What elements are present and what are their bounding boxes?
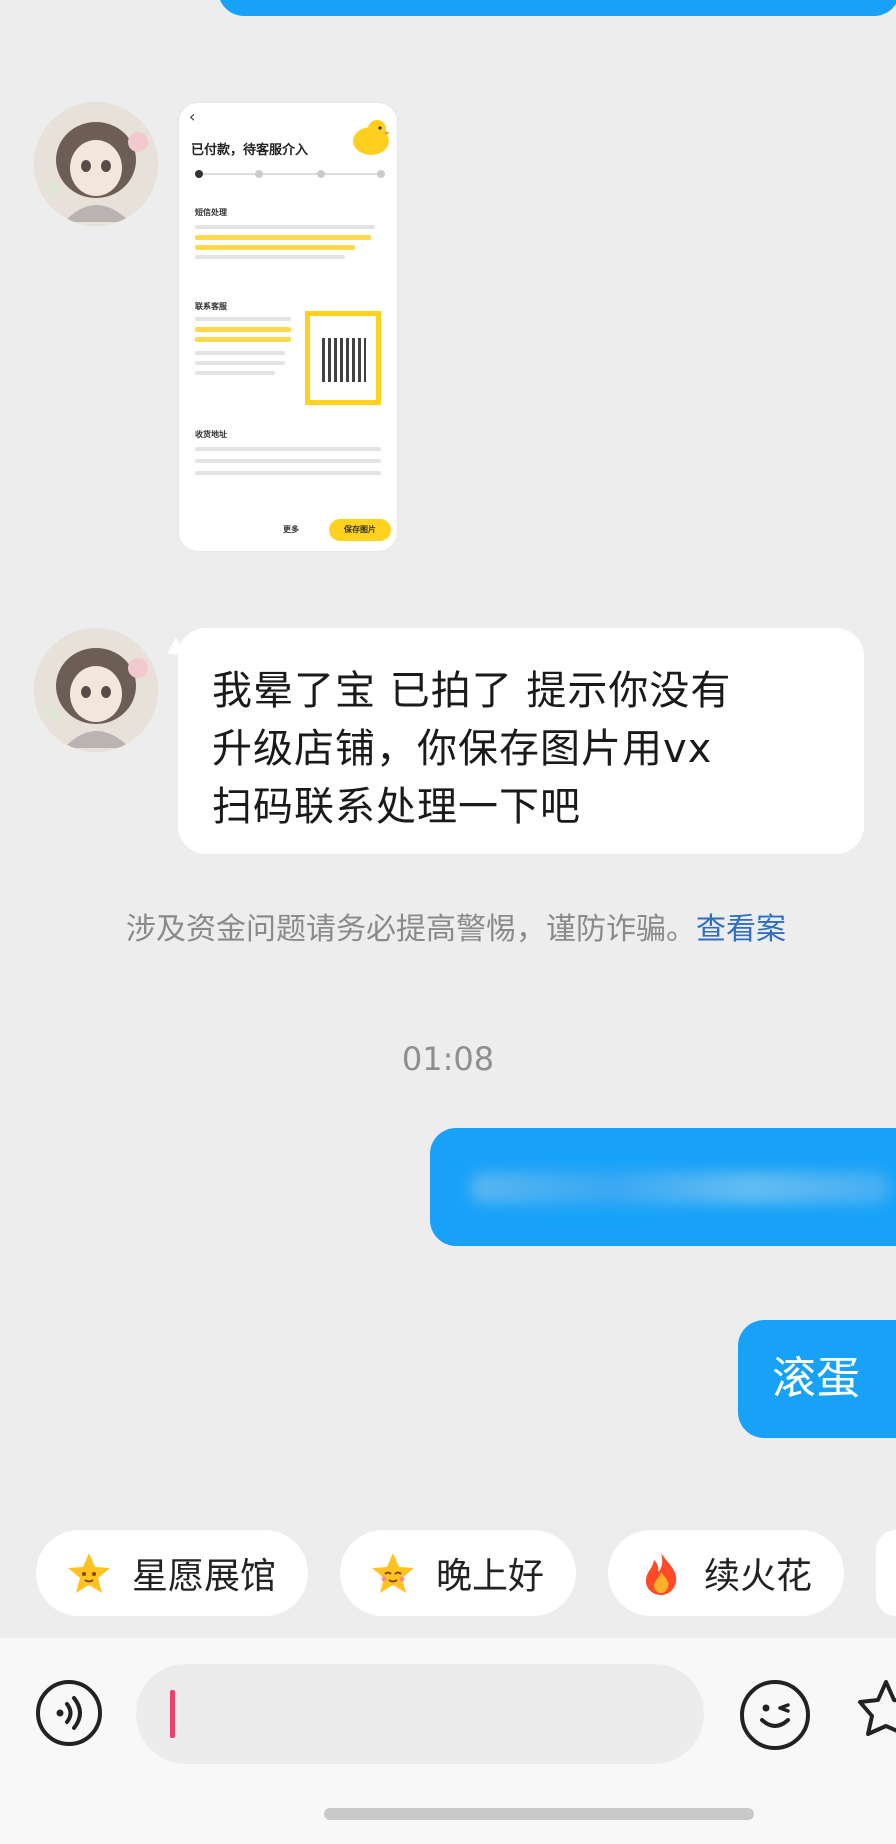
- view-case-link[interactable]: 查看案: [696, 912, 786, 947]
- qr-code-icon: [322, 338, 366, 382]
- outgoing-message-bubble[interactable]: 滚蛋: [738, 1320, 896, 1438]
- home-indicator[interactable]: [324, 1808, 754, 1820]
- star-face-icon: [68, 1553, 110, 1593]
- message-line: 我晕了宝 已拍了 提示你没有: [212, 668, 732, 714]
- image-section-contact: 联系客服: [195, 302, 227, 311]
- progress-steps: [195, 170, 385, 178]
- image-status-title: 已付款，待客服介入: [191, 143, 309, 158]
- outgoing-message-bubble-cropped[interactable]: [218, 0, 896, 16]
- image-more-button: 更多: [283, 525, 299, 534]
- fraud-warning: 涉及资金问题请务必提高警惕，谨防诈骗。查看案: [126, 904, 786, 948]
- incoming-message-bubble[interactable]: 我晕了宝 已拍了 提示你没有 升级店铺，你保存图片用vx 扫码联系处理一下吧: [178, 628, 864, 854]
- image-message[interactable]: ‹ 已付款，待客服介入 短信处理 联系客服 收货地址 更多 保存图片: [178, 102, 398, 552]
- chip-label: 星愿展馆: [132, 1556, 277, 1597]
- contact-avatar[interactable]: [34, 628, 158, 752]
- quick-reply-chip[interactable]: 晚上好: [340, 1530, 577, 1616]
- image-section-risk: 短信处理: [195, 208, 227, 217]
- chip-label: 续火花: [704, 1556, 813, 1597]
- avatar-image: [34, 102, 158, 226]
- sticker-icon[interactable]: [856, 1676, 896, 1752]
- outgoing-message-bubble-blurred[interactable]: [430, 1128, 896, 1246]
- avatar-image: [34, 628, 158, 752]
- quick-reply-chip[interactable]: 续火花: [608, 1530, 845, 1616]
- message-input[interactable]: [136, 1664, 704, 1764]
- emoji-icon[interactable]: [740, 1680, 810, 1750]
- message-line: 升级店铺，你保存图片用vx: [212, 726, 713, 772]
- message-line: 扫码联系处理一下吧: [212, 784, 581, 830]
- image-save-button: 保存图片: [329, 519, 391, 541]
- back-arrow-icon: ‹: [189, 107, 196, 126]
- text-caret: [170, 1690, 175, 1738]
- contact-avatar[interactable]: [34, 102, 158, 226]
- wink-face-icon: [760, 1703, 790, 1728]
- voice-input-icon[interactable]: [36, 1680, 102, 1746]
- fire-icon: [645, 1553, 677, 1595]
- mascot-icon: [353, 120, 390, 155]
- blurred-text: [470, 1172, 890, 1204]
- message-timestamp: 01:08: [401, 1040, 495, 1078]
- qr-code-card: [305, 311, 381, 405]
- voice-waves-icon: [56, 1696, 82, 1730]
- quick-reply-chip[interactable]: 星愿展馆: [36, 1530, 309, 1616]
- chip-label: 晚上好: [436, 1556, 545, 1597]
- image-section-address: 收货地址: [195, 430, 227, 439]
- quick-reply-chip-cropped[interactable]: [876, 1530, 896, 1616]
- warning-text: 涉及资金问题请务必提高警惕，谨防诈骗。: [126, 912, 696, 947]
- star-face-icon: [372, 1553, 414, 1593]
